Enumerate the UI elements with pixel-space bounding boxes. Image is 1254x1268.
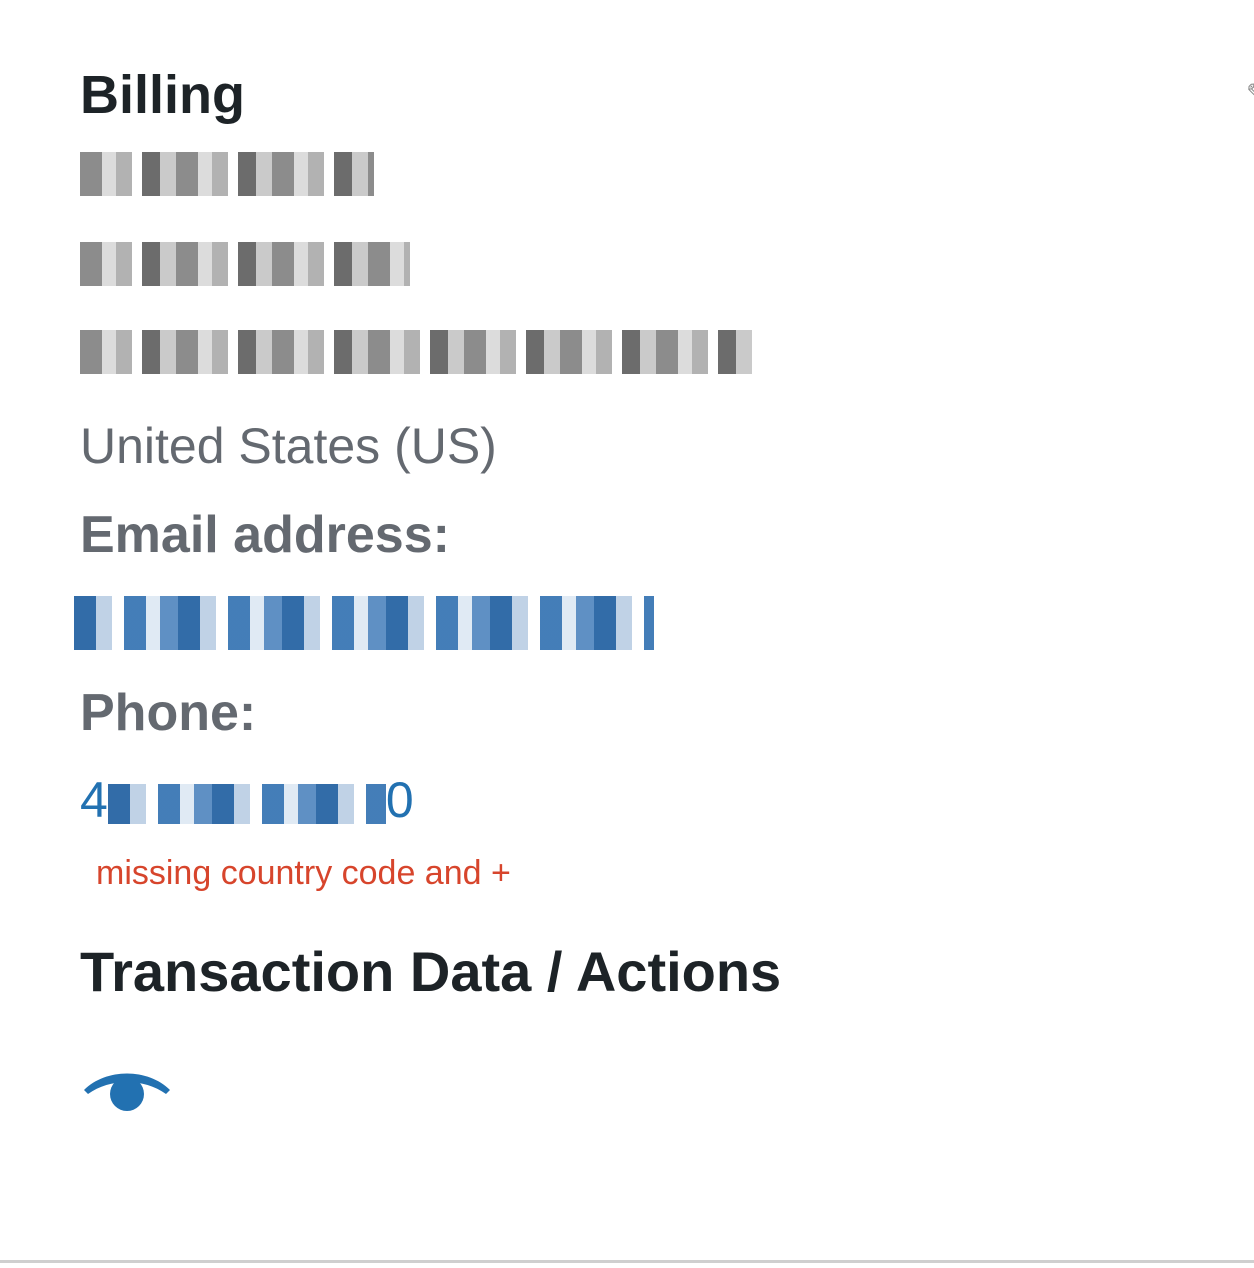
redacted-city: [80, 330, 752, 374]
phone-annotation: missing country code and +: [96, 854, 511, 892]
phone-label: Phone:: [80, 684, 257, 742]
email-link[interactable]: [74, 596, 654, 650]
email-label: Email address:: [80, 506, 450, 564]
phone-link[interactable]: 40: [80, 770, 414, 830]
redacted-phone: [107, 783, 386, 824]
redacted-street: [80, 242, 410, 286]
billing-street: [80, 242, 410, 286]
billing-city: [80, 330, 752, 374]
transactions-heading: Transaction Data / Actions: [80, 940, 782, 1003]
redacted-email: [74, 596, 654, 650]
phone-suffix: 0: [385, 772, 414, 828]
billing-heading: Billing: [80, 65, 245, 125]
edit-icon[interactable]: ✎: [1246, 82, 1254, 104]
redacted-name: [80, 152, 374, 196]
billing-panel: ✎ Billing United States (US) Email addre…: [0, 0, 1254, 1263]
phone-prefix: 4: [80, 772, 108, 828]
view-transaction-button[interactable]: [80, 1068, 174, 1118]
eye-icon: [84, 1073, 170, 1111]
billing-country: United States (US): [80, 418, 497, 474]
billing-name: [80, 152, 374, 196]
